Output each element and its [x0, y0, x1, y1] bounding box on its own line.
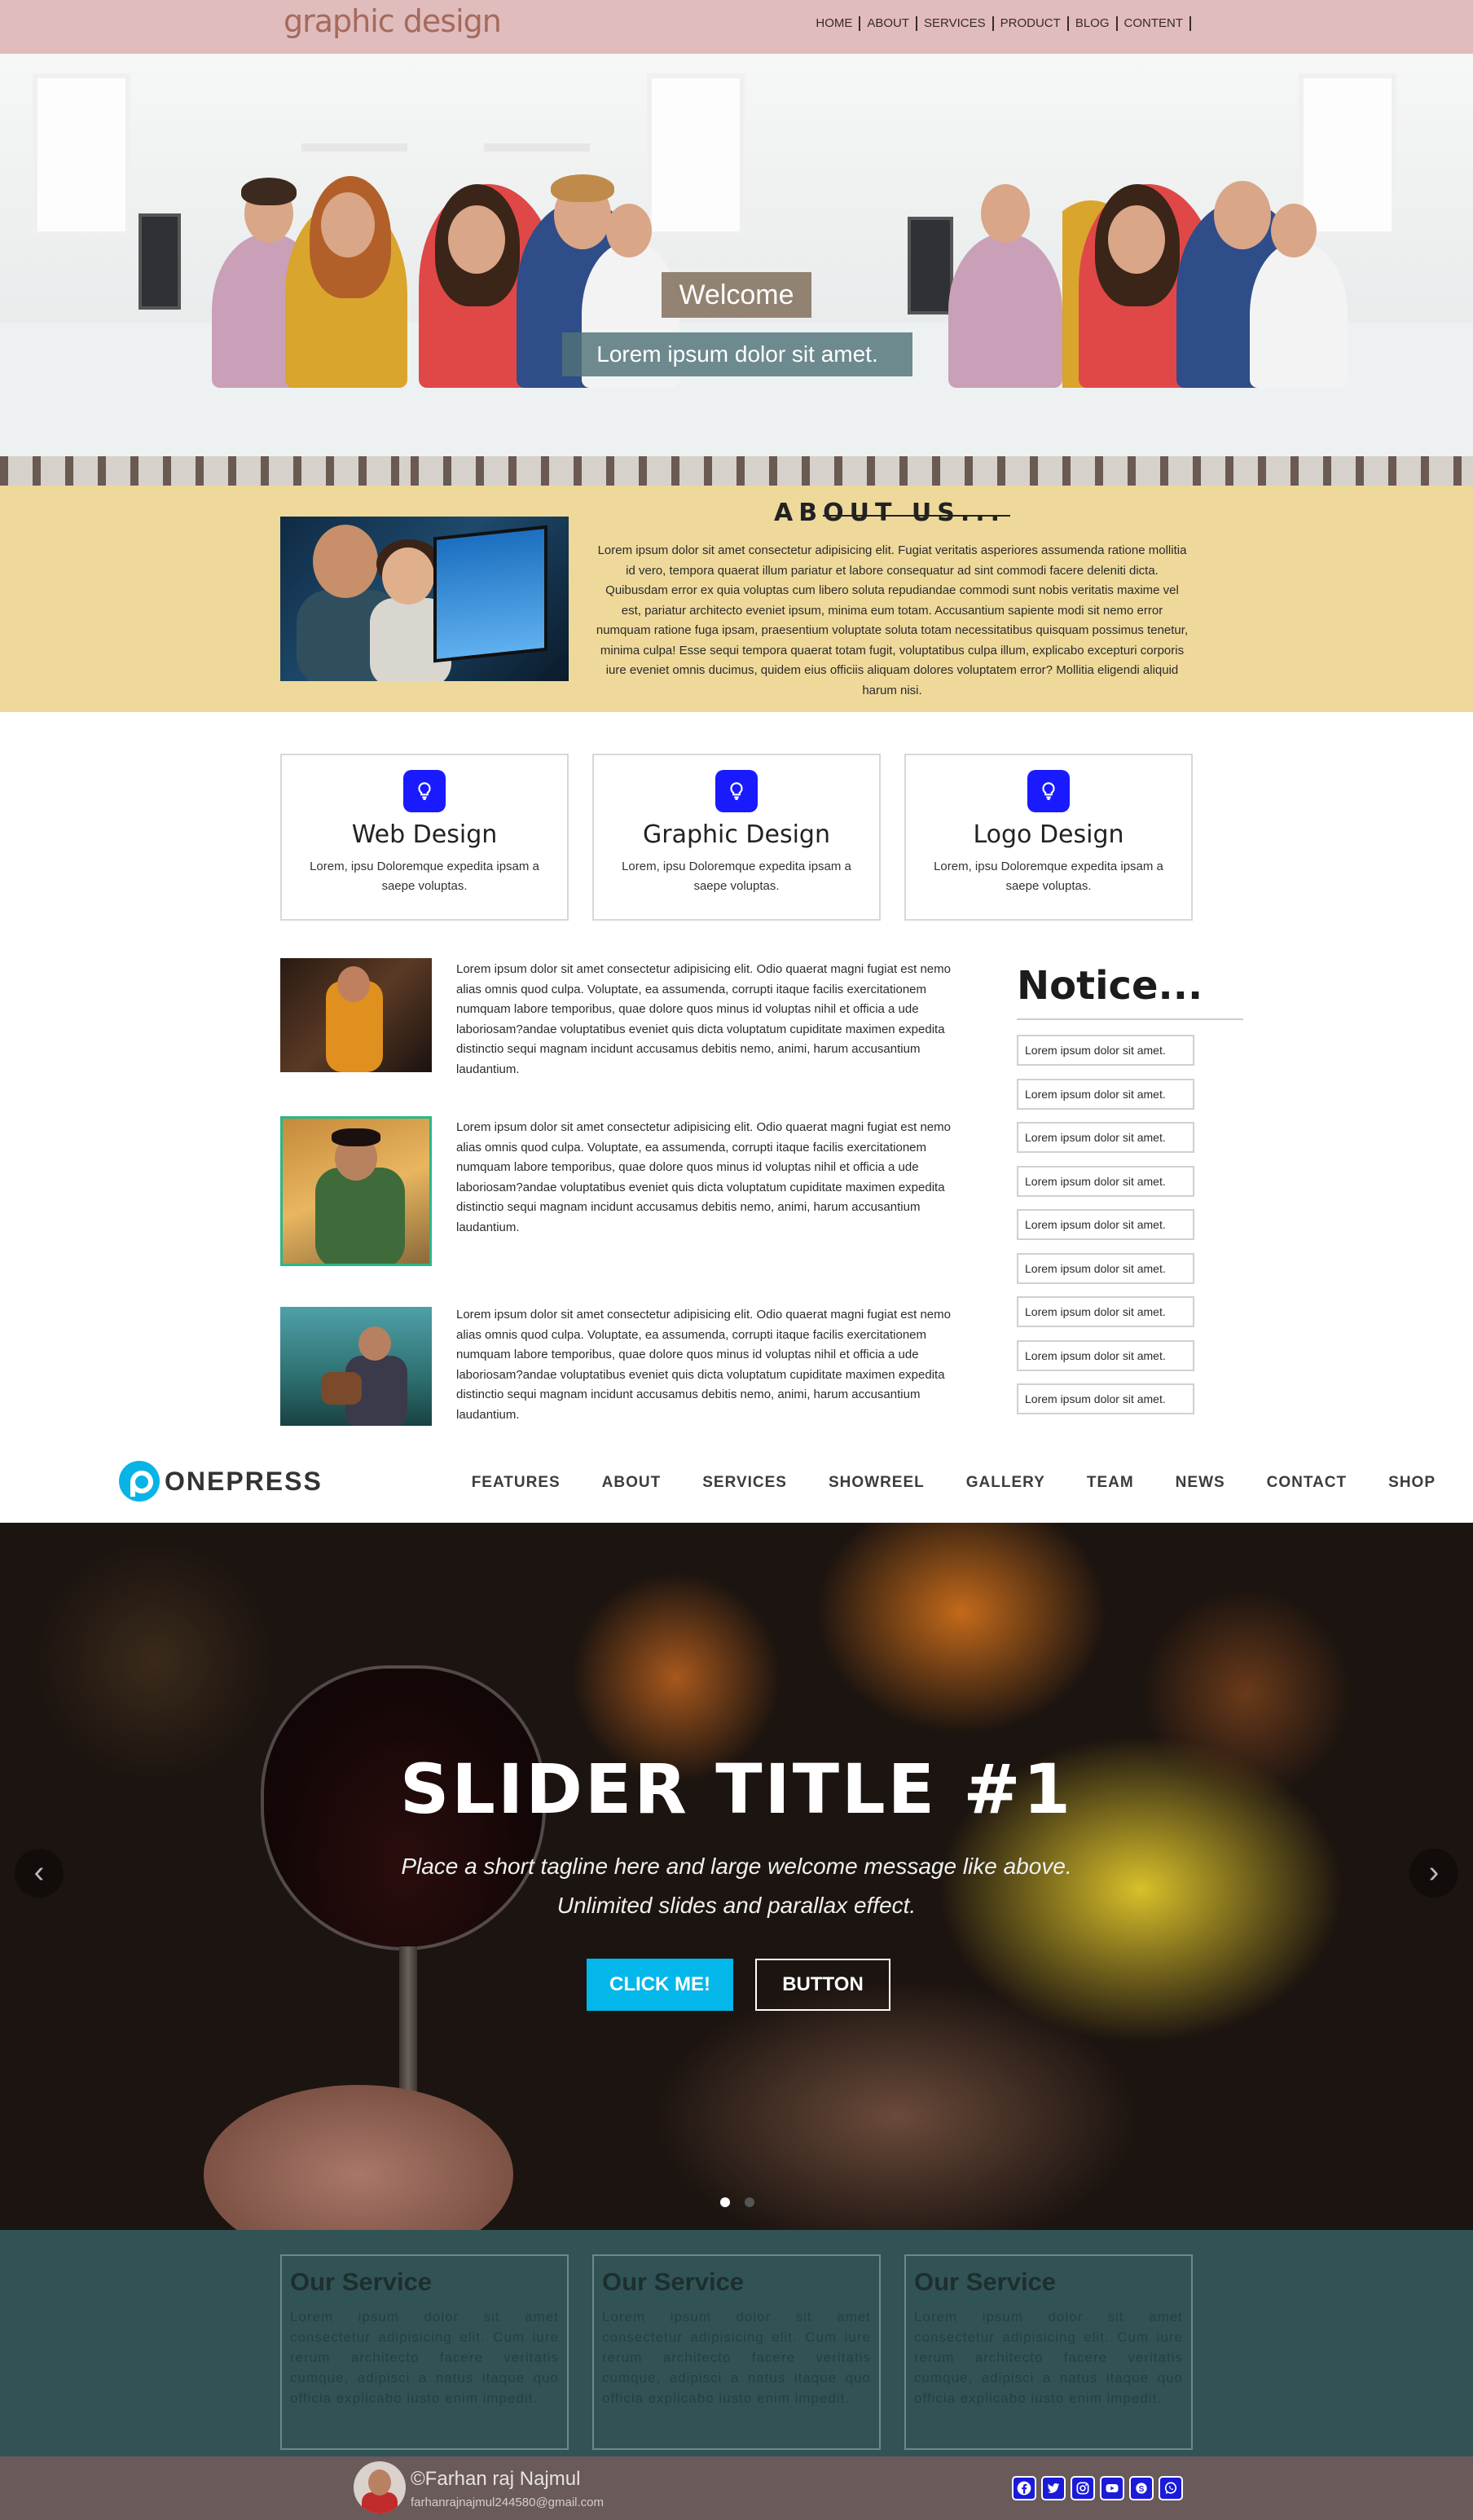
instagram-icon[interactable] [1071, 2476, 1095, 2500]
service-box: Our Service Lorem ipsum dolor sit amet c… [904, 2254, 1193, 2450]
notice-item[interactable]: Lorem ipsum dolor sit amet. [1017, 1079, 1194, 1110]
card-title: Web Design [351, 820, 498, 849]
card-text: Lorem, ipsu Doloremque expedita ipsam a … [310, 860, 539, 893]
nav-product[interactable]: PRODUCT [994, 16, 1069, 31]
secondary-button[interactable]: BUTTON [755, 1959, 890, 2011]
youtube-icon[interactable] [1100, 2476, 1124, 2500]
divider [1017, 1018, 1243, 1020]
nav-contact[interactable]: CONTACT [1267, 1474, 1347, 1492]
notice-item[interactable]: Lorem ipsum dolor sit amet. [1017, 1296, 1194, 1327]
footer-email[interactable]: farhanrajnajmul244580@gmail.com [411, 2496, 604, 2509]
nav-team[interactable]: TEAM [1087, 1474, 1134, 1492]
whatsapp-icon[interactable] [1159, 2476, 1183, 2500]
post-text: Lorem ipsum dolor sit amet consectetur a… [456, 962, 951, 1076]
slider-tagline-line: Unlimited slides and parallax effect. [556, 1893, 917, 1918]
onepress-logo[interactable]: ONEPRESS [119, 1461, 323, 1502]
slider-title: SLIDER TITLE #1 [399, 1749, 1074, 1829]
service-title: Our Service [290, 2267, 433, 2296]
click-me-button[interactable]: CLICK ME! [587, 1959, 733, 2011]
nav-about[interactable]: ABOUT [860, 16, 918, 31]
nav-gallery[interactable]: GALLERY [966, 1474, 1045, 1492]
service-card-logo-design[interactable]: Logo Design Lorem, ipsu Doloremque exped… [904, 754, 1193, 921]
notice-item[interactable]: Lorem ipsum dolor sit amet. [1017, 1383, 1194, 1414]
service-text: Lorem ipsum dolor sit amet consectetur a… [290, 2309, 559, 2406]
footer-copyright: ©Farhan raj Najmul [411, 2468, 581, 2490]
about-title: ABOUT US... [774, 499, 1011, 527]
onepress-header: ONEPRESS FEATURES ABOUT SERVICES SHOWREE… [0, 1430, 1473, 1523]
onepress-logo-text: ONEPRESS [165, 1466, 323, 1496]
post-image[interactable] [280, 958, 432, 1072]
social-links: S [1012, 2476, 1183, 2500]
slider-tagline: Place a short tagline here and large wel… [0, 1847, 1473, 1925]
post-text: Lorem ipsum dolor sit amet consectetur a… [456, 1308, 951, 1422]
facebook-icon[interactable] [1012, 2476, 1036, 2500]
nav-shop[interactable]: SHOP [1388, 1474, 1436, 1492]
top-nav: HOME ABOUT SERVICES PRODUCT BLOG CONTENT [809, 16, 1191, 31]
notice-item[interactable]: Lorem ipsum dolor sit amet. [1017, 1166, 1194, 1197]
site-logo[interactable]: graphic design [284, 3, 502, 39]
hero-banner: Welcome Lorem ipsum dolor sit amet. [0, 54, 1473, 486]
nav-blog[interactable]: BLOG [1069, 16, 1118, 31]
footer: ©Farhan raj Najmul farhanrajnajmul244580… [0, 2456, 1473, 2520]
lightbulb-icon [403, 770, 446, 812]
post-text: Lorem ipsum dolor sit amet consectetur a… [456, 1120, 951, 1234]
hero-photo-panel [1062, 54, 1473, 486]
service-box: Our Service Lorem ipsum dolor sit amet c… [280, 2254, 569, 2450]
svg-text:S: S [1139, 2485, 1145, 2494]
notice-item[interactable]: Lorem ipsum dolor sit amet. [1017, 1122, 1194, 1153]
hero-welcome-heading: Welcome [662, 272, 811, 318]
top-header: graphic design HOME ABOUT SERVICES PRODU… [0, 0, 1473, 54]
post-image[interactable] [280, 1116, 432, 1266]
nav-features[interactable]: FEATURES [472, 1474, 561, 1492]
nav-home[interactable]: HOME [809, 16, 861, 31]
nav-services[interactable]: SERVICES [917, 16, 994, 31]
nav-services[interactable]: SERVICES [702, 1474, 787, 1492]
notice-item[interactable]: Lorem ipsum dolor sit amet. [1017, 1253, 1194, 1284]
avatar [354, 2461, 406, 2513]
card-text: Lorem, ipsu Doloremque expedita ipsam a … [622, 860, 851, 893]
hero-photo-panel [0, 54, 411, 486]
nav-news[interactable]: NEWS [1176, 1474, 1225, 1492]
onepress-logo-icon [119, 1461, 160, 1502]
service-text: Lorem ipsum dolor sit amet consectetur a… [602, 2309, 871, 2406]
hero-slider: ‹ › SLIDER TITLE #1 Place a short taglin… [0, 1523, 1473, 2230]
onepress-nav: FEATURES ABOUT SERVICES SHOWREEL GALLERY… [430, 1474, 1436, 1492]
card-title: Logo Design [973, 820, 1124, 849]
lightbulb-icon [715, 770, 758, 812]
about-text: Lorem ipsum dolor sit amet consectetur a… [596, 543, 1189, 697]
nav-about[interactable]: ABOUT [602, 1474, 662, 1492]
notice-item[interactable]: Lorem ipsum dolor sit amet. [1017, 1035, 1194, 1066]
notice-title: Notice... [1017, 963, 1203, 1009]
hero-subtitle: Lorem ipsum dolor sit amet. [562, 332, 912, 376]
notice-item[interactable]: Lorem ipsum dolor sit amet. [1017, 1209, 1194, 1240]
post-image[interactable] [280, 1307, 432, 1426]
twitter-icon[interactable] [1041, 2476, 1066, 2500]
slider-dot-active[interactable] [720, 2197, 730, 2207]
about-image [280, 517, 569, 681]
slider-dot[interactable] [745, 2197, 754, 2207]
card-title: Graphic Design [643, 820, 830, 849]
lightbulb-icon [1027, 770, 1070, 812]
our-service-section: Our Service Lorem ipsum dolor sit amet c… [0, 2230, 1473, 2456]
nav-content[interactable]: CONTENT [1118, 16, 1191, 31]
hero-photo-panel [411, 54, 1062, 486]
card-text: Lorem, ipsu Doloremque expedita ipsam a … [934, 860, 1163, 893]
skype-icon[interactable]: S [1129, 2476, 1154, 2500]
service-card-web-design[interactable]: Web Design Lorem, ipsu Doloremque expedi… [280, 754, 569, 921]
nav-showreel[interactable]: SHOWREEL [829, 1474, 925, 1492]
service-box: Our Service Lorem ipsum dolor sit amet c… [592, 2254, 881, 2450]
slider-tagline-line: Place a short tagline here and large wel… [401, 1854, 1072, 1879]
service-text: Lorem ipsum dolor sit amet consectetur a… [914, 2309, 1183, 2406]
service-card-graphic-design[interactable]: Graphic Design Lorem, ipsu Doloremque ex… [592, 754, 881, 921]
service-title: Our Service [602, 2267, 745, 2296]
service-title: Our Service [914, 2267, 1057, 2296]
about-section: ABOUT US... Lorem ipsum dolor sit amet c… [0, 486, 1473, 712]
notice-item[interactable]: Lorem ipsum dolor sit amet. [1017, 1340, 1194, 1371]
